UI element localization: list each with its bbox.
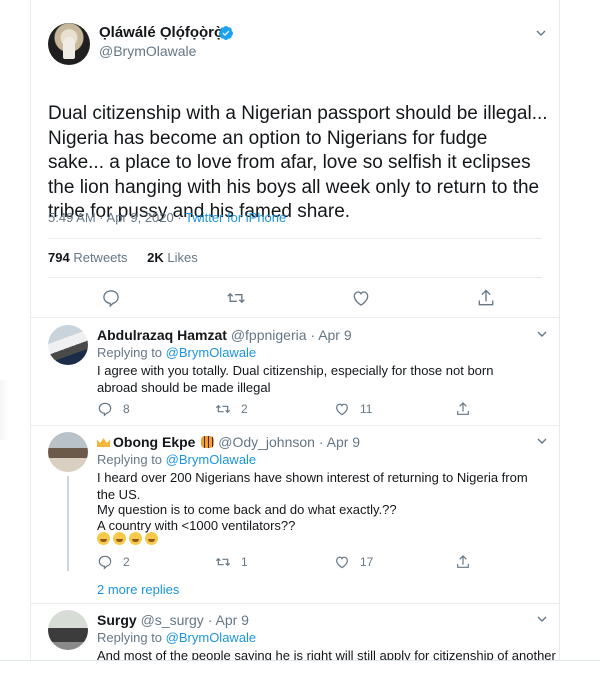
- retweet-icon: [215, 557, 231, 567]
- reply-header: Abdulrazaq Hamzat @fppnigeria · Apr 9: [97, 327, 352, 343]
- divider: [48, 238, 542, 239]
- like-action[interactable]: 11: [334, 401, 372, 417]
- reply-icon[interactable]: [101, 288, 121, 308]
- emoji-tiger-icon: [201, 436, 215, 448]
- tweet-panel: Ọláwálé Ọlọ́fọọ̀rọ̀ @BrymOlawale Dual ci…: [30, 0, 560, 660]
- like-count: 11: [360, 402, 373, 416]
- retweets-count: 794: [48, 250, 70, 265]
- share-icon: [457, 402, 469, 415]
- show-more-replies-link[interactable]: 2 more replies: [97, 582, 179, 597]
- reply-action[interactable]: 8: [97, 401, 130, 417]
- tweet-text: Dual citizenship with a Nigerian passpor…: [48, 103, 548, 222]
- emoji-crown-icon: [97, 438, 110, 447]
- emoji-sweat-smile-icon: [129, 532, 142, 545]
- reply-action[interactable]: 2: [97, 554, 130, 570]
- replying-to-handle[interactable]: @BrymOlawale: [166, 630, 257, 645]
- retweets-label: Retweets: [73, 250, 128, 265]
- reply-date[interactable]: Apr 9: [327, 434, 360, 450]
- tweet-source[interactable]: Twitter for iPhone: [185, 210, 286, 225]
- like-count: 17: [360, 555, 374, 569]
- thread-line: [67, 476, 69, 571]
- emoji-sweat-smile-icon: [145, 532, 158, 545]
- reply-date[interactable]: Apr 9: [318, 327, 351, 343]
- reply-author-handle[interactable]: @fppnigeria: [231, 327, 307, 343]
- retweet-action[interactable]: 1: [215, 554, 248, 570]
- reply-count: 8: [123, 402, 130, 416]
- retweet-icon: [215, 404, 231, 414]
- reply-text-line: My question is to come back and do what …: [97, 502, 397, 517]
- like-icon: [336, 556, 348, 569]
- reply-header: Surgy @s_surgy · Apr 9: [97, 612, 249, 628]
- likes-stat[interactable]: 2K Likes: [147, 250, 198, 265]
- replying-to: Replying to @BrymOlawale: [97, 452, 256, 467]
- emoji-sweat-smile-icon: [113, 532, 126, 545]
- author-avatar[interactable]: [48, 23, 90, 65]
- chevron-down-icon[interactable]: [536, 613, 548, 625]
- verified-badge-icon: [218, 26, 233, 40]
- reply-date[interactable]: Apr 9: [215, 612, 248, 628]
- share-action[interactable]: [455, 401, 481, 417]
- reply-author-name[interactable]: Abdulrazaq Hamzat: [97, 327, 227, 343]
- divider: [31, 603, 559, 604]
- reply-avatar[interactable]: [48, 610, 88, 650]
- reply-avatar[interactable]: [48, 325, 88, 365]
- retweet-icon[interactable]: [226, 288, 246, 308]
- tweet-stats: 794 Retweets 2K Likes: [48, 250, 198, 265]
- reply-author-handle[interactable]: @Ody_johnson: [218, 434, 315, 450]
- likes-count: 2K: [147, 250, 164, 265]
- replying-to-handle[interactable]: @BrymOlawale: [166, 452, 257, 467]
- author-handle[interactable]: @BrymOlawale: [99, 43, 196, 59]
- replying-to: Replying to @BrymOlawale: [97, 630, 256, 645]
- chevron-down-icon[interactable]: [535, 27, 547, 39]
- divider: [31, 425, 559, 426]
- replying-to: Replying to @BrymOlawale: [97, 345, 256, 360]
- chevron-down-icon[interactable]: [536, 328, 548, 340]
- reply-text: And most of the people saying he is righ…: [97, 648, 556, 660]
- like-icon[interactable]: [351, 288, 371, 308]
- author-name[interactable]: Ọláwálé Ọlọ́fọọ̀rọ̀: [99, 24, 223, 41]
- share-action[interactable]: [455, 554, 481, 570]
- page-bottom-edge: [0, 660, 600, 661]
- replying-label: Replying to: [97, 630, 163, 645]
- tweet-meta: 5:49 AM · Apr 9, 2020 · Twitter for iPho…: [48, 210, 287, 225]
- chevron-down-icon[interactable]: [536, 435, 548, 447]
- reply-text: I agree with you totally. Dual citizensh…: [97, 363, 494, 395]
- reply-text-line: I heard over 200 Nigerians have shown in…: [97, 470, 528, 502]
- replying-label: Replying to: [97, 452, 163, 467]
- tweet-timestamp[interactable]: 5:49 AM · Apr 9, 2020: [48, 210, 174, 225]
- like-icon: [336, 403, 348, 416]
- reply-author-name[interactable]: Obong Ekpe: [113, 434, 195, 450]
- divider: [31, 317, 559, 318]
- emoji-sweat-smile-icon: [97, 532, 110, 545]
- reply-icon: [98, 402, 112, 417]
- reply-author-name[interactable]: Surgy: [97, 612, 137, 628]
- divider: [48, 277, 542, 278]
- reply-avatar[interactable]: [48, 432, 88, 472]
- likes-label: Likes: [167, 250, 198, 265]
- retweets-stat[interactable]: 794 Retweets: [48, 250, 128, 265]
- replying-to-handle[interactable]: @BrymOlawale: [166, 345, 257, 360]
- emoji-row: [97, 531, 161, 549]
- share-icon: [457, 555, 469, 568]
- retweet-action[interactable]: 2: [215, 401, 248, 417]
- replying-label: Replying to: [97, 345, 163, 360]
- background-edge: [0, 380, 8, 440]
- retweet-count: 1: [241, 555, 248, 569]
- retweet-count: 2: [241, 402, 248, 416]
- like-action[interactable]: 17: [334, 554, 373, 570]
- reply-header: Obong Ekpe @Ody_johnson · Apr 9: [97, 434, 360, 450]
- reply-text-line: A country with <1000 ventilators??: [97, 518, 296, 533]
- reply-count: 2: [123, 555, 130, 569]
- share-icon[interactable]: [476, 288, 496, 308]
- reply-icon: [98, 555, 112, 570]
- reply-author-handle[interactable]: @s_surgy: [141, 612, 204, 628]
